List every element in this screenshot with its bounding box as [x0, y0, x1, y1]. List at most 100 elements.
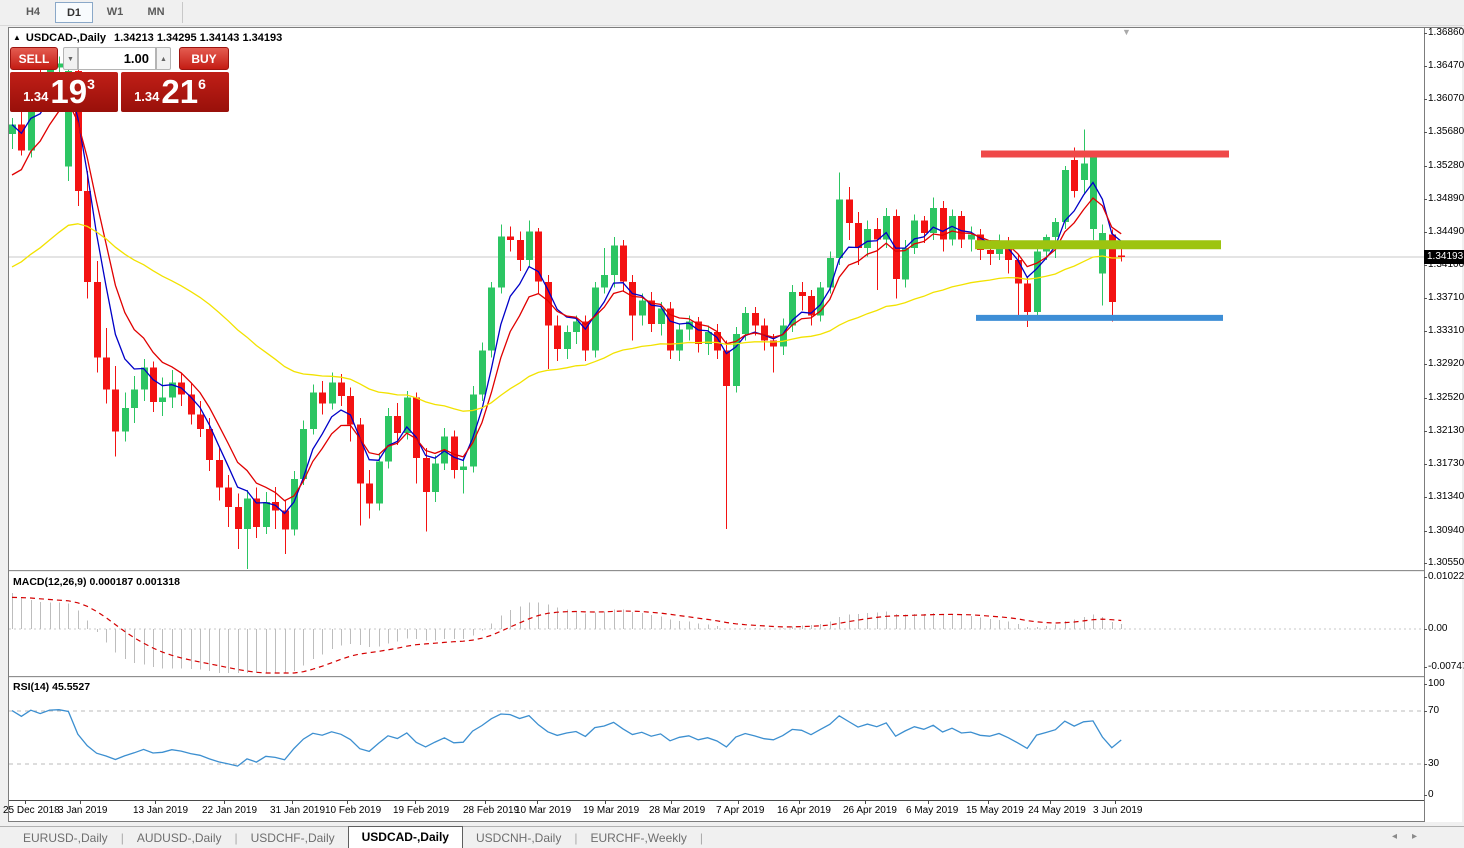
date-axis[interactable]: 25 Dec 20183 Jan 201913 Jan 201922 Jan 2… — [9, 800, 1424, 821]
candle-body — [159, 398, 166, 402]
tab-usdchfdaily[interactable]: USDCHF-,Daily — [238, 829, 348, 847]
volume-increase-button[interactable]: ▲ — [156, 47, 171, 70]
candle-body — [385, 416, 392, 461]
one-click-trade-panel: SELL ▼ 1.00 ▲ BUY 1.34 19 3 1.34 21 6 — [10, 47, 229, 112]
price-tick-label: 1.36860 — [1428, 27, 1464, 38]
candle-body — [235, 507, 242, 529]
price-tick-label: 1.35280 — [1428, 160, 1464, 171]
candle-body — [488, 288, 495, 351]
candle-body — [394, 416, 401, 433]
one-click-collapse-icon[interactable]: ▲ — [13, 33, 21, 42]
candle-body — [216, 460, 223, 488]
candle-body — [526, 231, 533, 260]
macd-signal-line — [12, 597, 1121, 673]
bid-price-box[interactable]: 1.34 19 3 — [10, 72, 118, 112]
candle-body — [864, 229, 871, 248]
candle-body — [310, 393, 317, 429]
candle-body — [601, 275, 608, 288]
candle-body — [94, 282, 101, 358]
price-tick-label: 1.31340 — [1428, 491, 1464, 502]
macd-tick-label: 0.00 — [1428, 623, 1447, 634]
candle-body — [855, 223, 862, 248]
candle-body — [968, 235, 975, 240]
candle-body — [423, 458, 430, 492]
candle-body — [1071, 160, 1078, 191]
timeframe-button-h4[interactable]: H4 — [14, 2, 52, 23]
rsi-current-value: 45.5527 — [52, 681, 90, 693]
tab-usdcnhdaily[interactable]: USDCNH-,Daily — [463, 829, 574, 847]
timeframe-button-mn[interactable]: MN — [137, 2, 175, 23]
chart-header: ▲USDCAD-,Daily1.34213 1.34295 1.34143 1.… — [13, 32, 282, 44]
macd-tick-label: -0.007477 — [1428, 661, 1464, 672]
price-tick-label: 1.30940 — [1428, 525, 1464, 536]
date-tick-mark — [415, 801, 416, 804]
ask-price-point: 6 — [198, 76, 206, 92]
sell-button[interactable]: SELL — [10, 47, 58, 70]
candle-body — [1015, 260, 1022, 284]
panel-divider[interactable] — [9, 570, 1461, 573]
timeframe-toolbar: H4D1W1MN — [0, 0, 1464, 26]
rsi-panel-canvas[interactable] — [9, 678, 1424, 800]
date-tick-mark — [865, 801, 866, 804]
candle-body — [1090, 157, 1097, 228]
candle-body — [723, 351, 730, 386]
date-tick-mark — [671, 801, 672, 804]
tab-scroll-right-icon[interactable]: ▸ — [1412, 831, 1417, 842]
date-tick-label: 28 Mar 2019 — [649, 805, 705, 816]
date-tick-label: 19 Feb 2019 — [393, 805, 449, 816]
volume-input[interactable]: 1.00 — [78, 47, 156, 70]
tab-eurusddaily[interactable]: EURUSD-,Daily — [10, 829, 121, 847]
candle-body — [319, 393, 326, 404]
date-tick-mark — [347, 801, 348, 804]
chart-shift-marker-icon[interactable]: ▼ — [1122, 27, 1131, 37]
candle-body — [470, 394, 477, 466]
candle-body — [1118, 256, 1125, 258]
date-tick-mark — [485, 801, 486, 804]
date-tick-mark — [988, 801, 989, 804]
price-tick-label: 1.34490 — [1428, 226, 1464, 237]
price-tick-label: 1.32920 — [1428, 358, 1464, 369]
timeframe-button-d1[interactable]: D1 — [55, 2, 93, 23]
date-tick-label: 13 Jan 2019 — [133, 805, 188, 816]
chevron-down-icon: ▼ — [67, 56, 74, 63]
candle-body — [338, 383, 345, 396]
tab-audusddaily[interactable]: AUDUSD-,Daily — [124, 829, 235, 847]
date-tick-label: 6 May 2019 — [906, 805, 958, 816]
date-tick-label: 28 Feb 2019 — [463, 805, 519, 816]
price-tick-label: 1.36070 — [1428, 93, 1464, 104]
candle-body — [507, 236, 514, 239]
date-tick-label: 7 Apr 2019 — [716, 805, 764, 816]
candle-body — [1052, 222, 1059, 237]
timeframe-button-w1[interactable]: W1 — [96, 2, 134, 23]
candle-body — [564, 332, 571, 349]
date-tick-label: 24 May 2019 — [1028, 805, 1086, 816]
rsi-line — [12, 710, 1121, 766]
rsi-tick-label: 0 — [1428, 789, 1434, 800]
panel-divider[interactable] — [9, 676, 1461, 679]
date-tick-label: 3 Jun 2019 — [1093, 805, 1143, 816]
date-tick-label: 26 Apr 2019 — [843, 805, 897, 816]
candle-body — [554, 326, 561, 350]
candle-body — [244, 499, 251, 529]
candle-body — [921, 220, 928, 233]
price-tick-label: 1.33310 — [1428, 325, 1464, 336]
ask-price-box[interactable]: 1.34 21 6 — [121, 72, 229, 112]
date-tick-mark — [738, 801, 739, 804]
macd-panel-canvas[interactable] — [9, 573, 1424, 676]
macd-current-values: 0.000187 0.001318 — [89, 576, 180, 588]
volume-decrease-button[interactable]: ▼ — [63, 47, 78, 70]
tab-scroll-left-icon[interactable]: ◂ — [1392, 831, 1397, 842]
price-tick-label: 1.32520 — [1428, 392, 1464, 403]
date-tick-mark — [928, 801, 929, 804]
rsi-indicator-label: RSI(14) 45.5527 — [13, 681, 90, 693]
candle-body — [846, 199, 853, 223]
date-tick-label: 25 Dec 2018 — [3, 805, 60, 816]
candle-body — [141, 368, 148, 390]
tab-eurchfweekly[interactable]: EURCHF-,Weekly — [577, 829, 699, 847]
candle-body — [413, 398, 420, 459]
price-tick-label: 1.36470 — [1428, 60, 1464, 71]
buy-button[interactable]: BUY — [179, 47, 229, 70]
candle-body — [629, 282, 636, 316]
rsi-tick-label: 30 — [1428, 758, 1439, 769]
tab-usdcaddaily[interactable]: USDCAD-,Daily — [348, 826, 463, 848]
